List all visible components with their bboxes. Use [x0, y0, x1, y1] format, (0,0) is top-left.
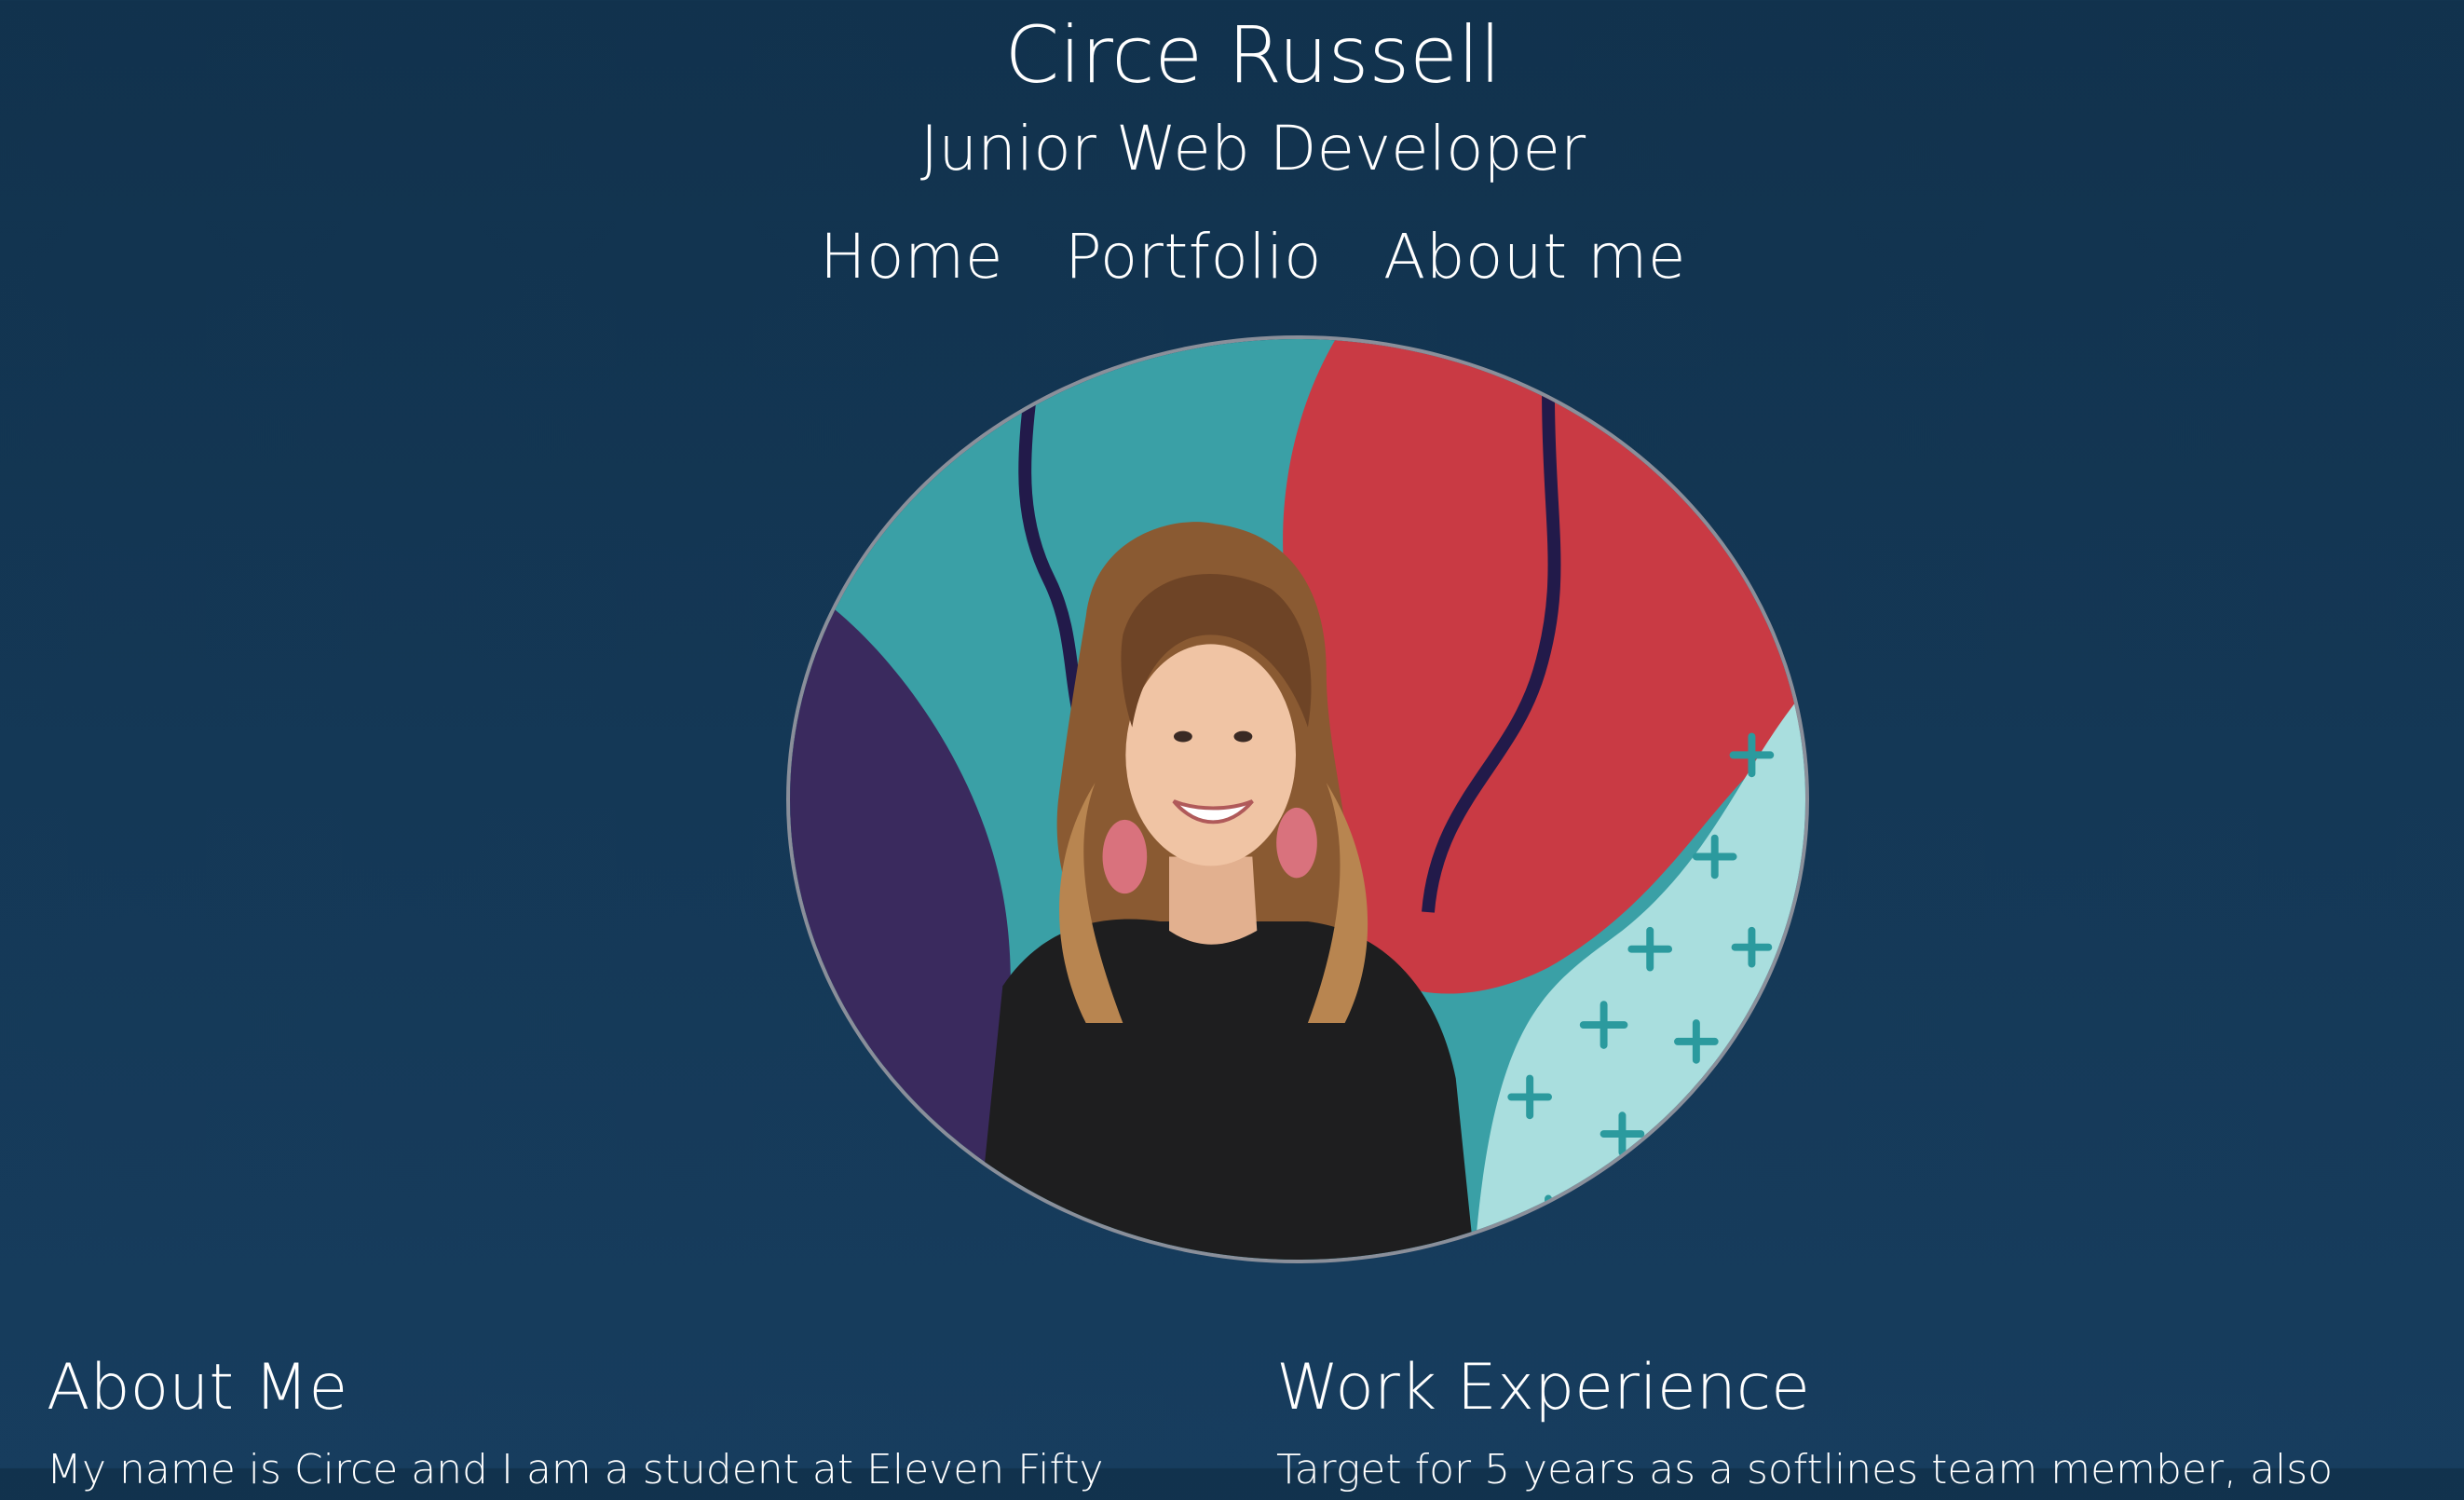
profile-photo	[786, 335, 1809, 1263]
about-title: About Me	[47, 1351, 348, 1425]
about-text: My name is Circe and I am a student at E…	[47, 1446, 1104, 1493]
site-role: Junior Web Developer	[919, 113, 1586, 184]
main-nav: Home Portfolio About me	[0, 211, 2464, 304]
work-section: Work Experience Target for 5 years as a …	[1276, 1342, 2422, 1500]
nav-portfolio-link[interactable]: Portfolio	[1065, 211, 1322, 304]
nav-about-link[interactable]: About me	[1383, 211, 1686, 304]
site-name: Circe Russell	[1004, 9, 1502, 101]
work-title: Work Experience	[1276, 1351, 1811, 1425]
work-text: Target for 5 years as a softlines team m…	[1276, 1446, 2334, 1493]
about-section: About Me My name is Circe and I am a stu…	[47, 1342, 1192, 1500]
nav-home-link[interactable]: Home	[820, 211, 1003, 304]
profile-photo-image	[790, 339, 1805, 1260]
